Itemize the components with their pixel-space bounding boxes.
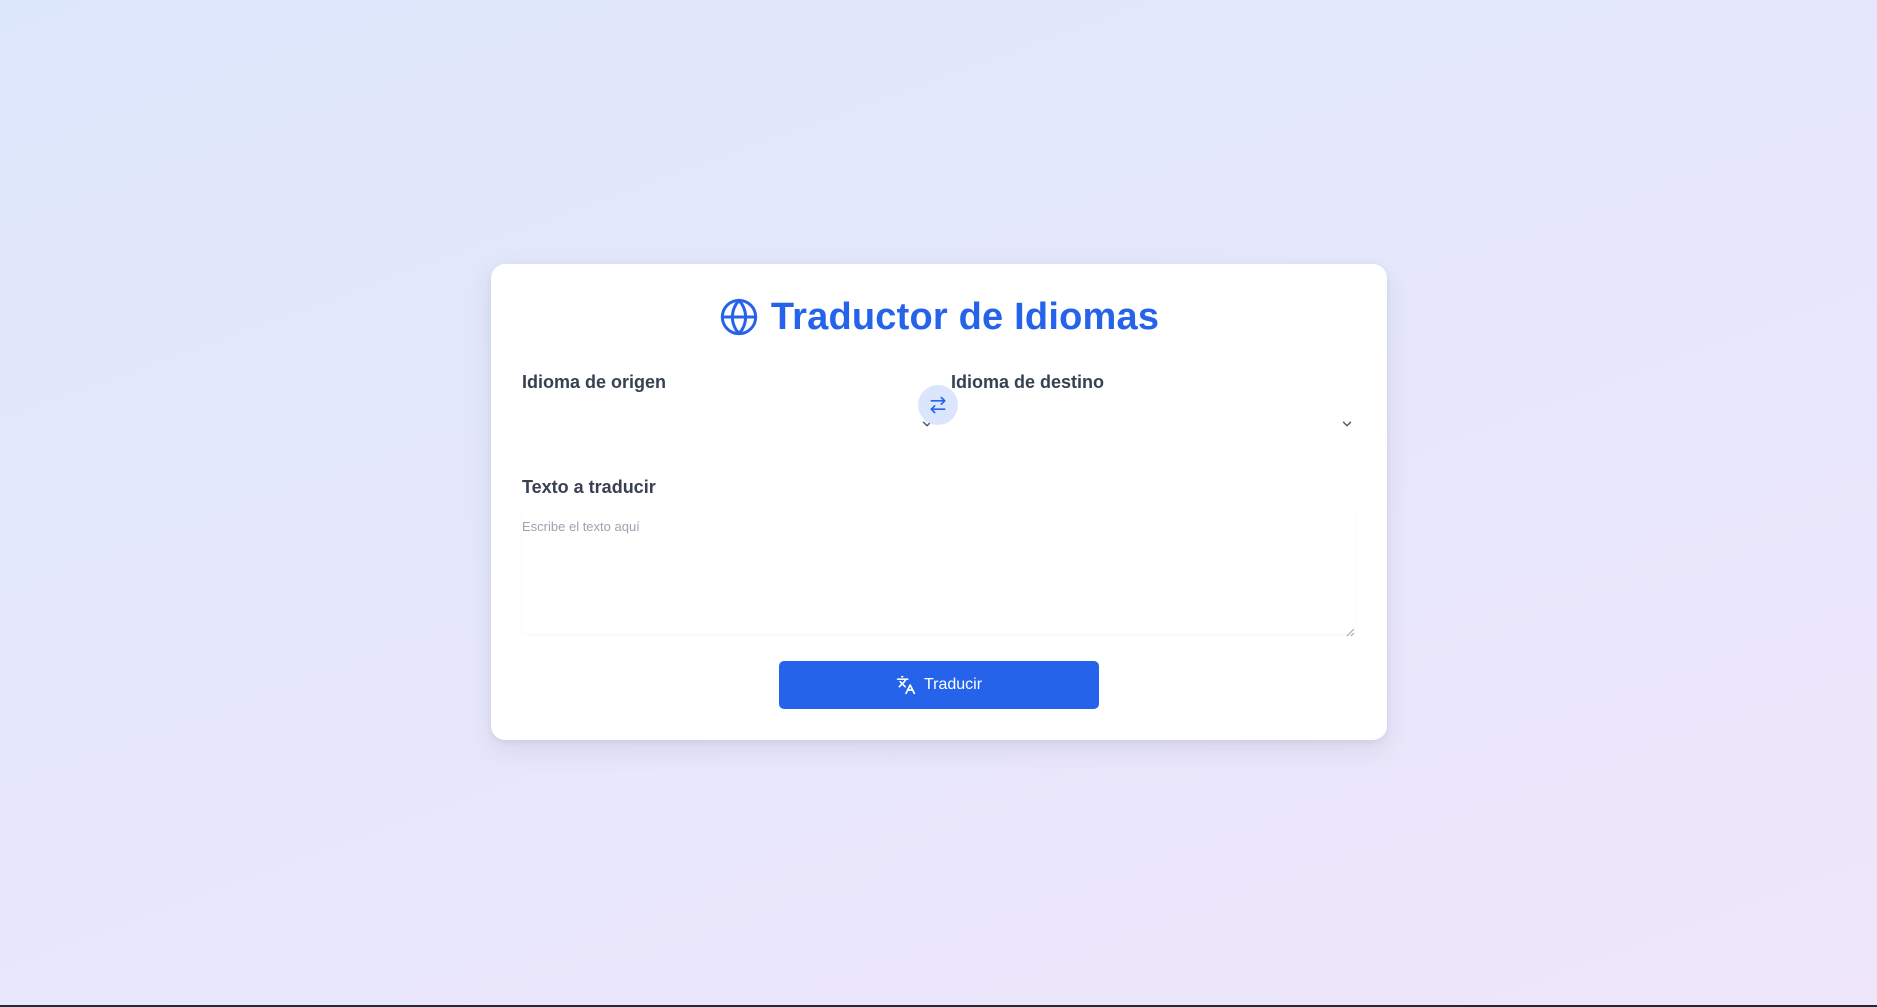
source-language-label: Idioma de origen [522,372,667,392]
source-language-select[interactable] [522,404,936,444]
translate-icon [896,675,916,695]
globe-icon [719,297,759,337]
resize-handle-icon[interactable] [1346,624,1355,637]
header: Traductor de Idiomas [491,294,1387,340]
target-language-label: Idioma de destino [951,372,1105,392]
target-language-select[interactable] [951,404,1356,444]
swap-arrows-icon [928,395,948,415]
text-input-container [522,507,1356,637]
text-input-label: Texto a traducir [522,477,656,497]
page-title: Traductor de Idiomas [770,295,1160,338]
translator-card: Traductor de Idiomas Idioma de origen Id… [491,264,1387,740]
chevron-down-icon [1340,417,1354,431]
translate-button[interactable]: Traducir [779,661,1099,709]
text-input[interactable] [522,507,1356,634]
translate-button-label: Traducir [923,676,983,693]
